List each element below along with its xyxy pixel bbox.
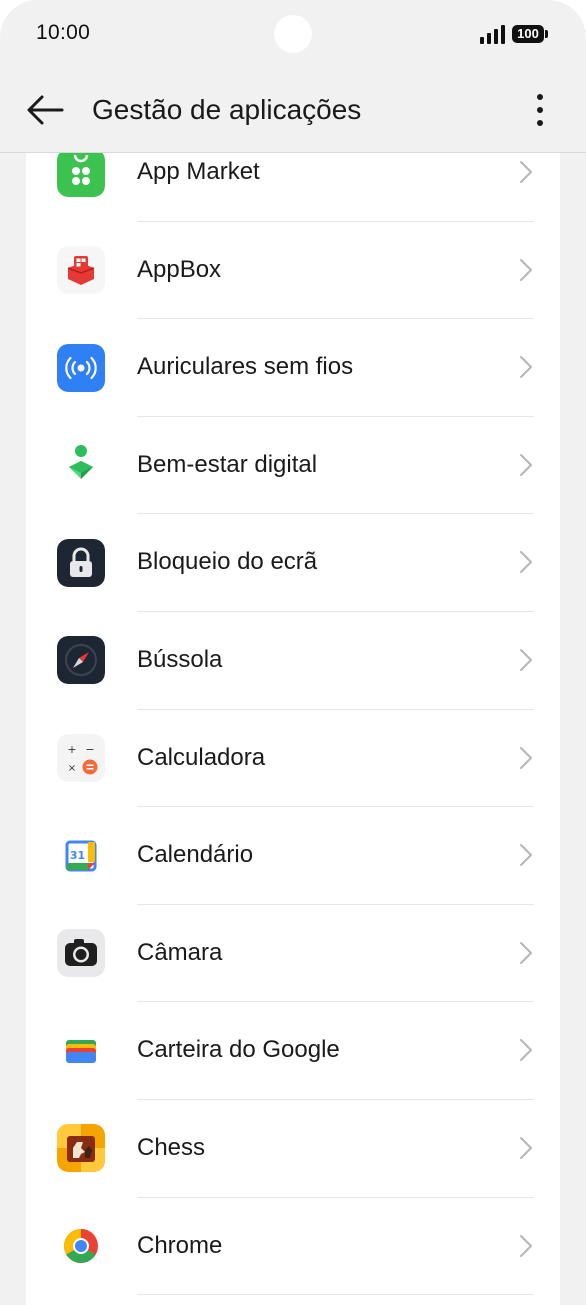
- calendar-icon: 31: [57, 831, 105, 880]
- list-item-chess[interactable]: Chess: [26, 1100, 560, 1198]
- app-label: Bem-estar digital: [137, 450, 318, 478]
- app-label: Chrome: [137, 1231, 223, 1259]
- chrome-icon: [57, 1222, 105, 1271]
- svg-text:×: ×: [68, 763, 76, 774]
- list-item-camera[interactable]: Câmara: [26, 905, 560, 1003]
- google-wallet-icon: [57, 1026, 105, 1075]
- app-label: Bússola: [137, 645, 223, 673]
- list-item-digital-wellbeing[interactable]: Bem-estar digital: [26, 417, 560, 515]
- battery-icon: 100: [512, 25, 544, 43]
- chevron-right-icon: [520, 258, 532, 281]
- chevron-right-icon: [520, 746, 532, 769]
- list-item-calendar[interactable]: 31 Calendário: [26, 807, 560, 905]
- list-item-app-market[interactable]: App Market: [26, 153, 560, 222]
- svg-text:−: −: [85, 743, 94, 756]
- chevron-right-icon: [520, 356, 532, 379]
- list-item-wireless-earbuds[interactable]: Auriculares sem fios: [26, 319, 560, 417]
- phone-screen: 10:00 100 Gestão de aplicações App Marke…: [0, 0, 586, 1305]
- chess-icon: [57, 1124, 105, 1173]
- page-title: Gestão de aplicações: [92, 94, 362, 125]
- list-item-compass[interactable]: Bússola: [26, 612, 560, 710]
- chevron-right-icon: [520, 844, 532, 867]
- app-list-viewport[interactable]: App Market AppBox Auriculares sem fios B…: [0, 153, 586, 1305]
- list-item-chrome[interactable]: Chrome: [26, 1198, 560, 1296]
- chevron-right-icon: [520, 161, 532, 183]
- app-header: Gestão de aplicações: [0, 70, 586, 152]
- app-label: Chess: [137, 1133, 206, 1161]
- chevron-right-icon: [520, 941, 532, 964]
- battery-tip: [545, 30, 548, 38]
- chevron-right-icon: [520, 1039, 532, 1062]
- chevron-right-icon: [520, 1234, 532, 1257]
- row-divider: [137, 1294, 534, 1296]
- list-item-screen-lock[interactable]: Bloqueio do ecrã: [26, 514, 560, 612]
- svg-text:31: 31: [70, 849, 85, 862]
- chevron-right-icon: [520, 1136, 532, 1159]
- app-label: Bloqueio do ecrã: [137, 548, 318, 576]
- status-time: 10:00: [36, 21, 91, 44]
- chevron-right-icon: [520, 551, 532, 574]
- signal-icon: [480, 24, 506, 44]
- app-list: App Market AppBox Auriculares sem fios B…: [26, 153, 560, 1296]
- app-market-icon: [57, 153, 105, 197]
- list-item-calculator[interactable]: + − × Calculadora: [26, 710, 560, 808]
- chevron-right-icon: [520, 453, 532, 476]
- screen-lock-icon: [57, 538, 105, 587]
- app-label: Carteira do Google: [137, 1036, 340, 1064]
- camera-cutout: [274, 15, 312, 53]
- camera-icon: [57, 929, 105, 978]
- status-bar: 10:00 100: [0, 0, 586, 70]
- list-item-google-wallet[interactable]: Carteira do Google: [26, 1002, 560, 1100]
- app-label: App Market: [137, 158, 260, 185]
- wireless-earbuds-icon: [57, 343, 105, 392]
- app-label: AppBox: [137, 255, 222, 283]
- app-label: Auriculares sem fios: [137, 353, 354, 381]
- app-label: Câmara: [137, 938, 223, 966]
- arrow-left-icon: [27, 95, 64, 125]
- svg-text:+: +: [67, 743, 76, 756]
- app-label: Calculadora: [137, 743, 266, 771]
- compass-icon: [57, 636, 105, 685]
- calculator-icon: + − ×: [57, 734, 105, 783]
- list-item-appbox[interactable]: AppBox: [26, 222, 560, 320]
- more-options-button[interactable]: [526, 88, 554, 132]
- back-button[interactable]: [24, 90, 68, 130]
- app-label: Calendário: [137, 841, 254, 869]
- chevron-right-icon: [520, 648, 532, 671]
- more-vertical-icon: [537, 94, 543, 100]
- appbox-icon: [57, 246, 105, 295]
- digital-wellbeing-icon: [57, 441, 105, 490]
